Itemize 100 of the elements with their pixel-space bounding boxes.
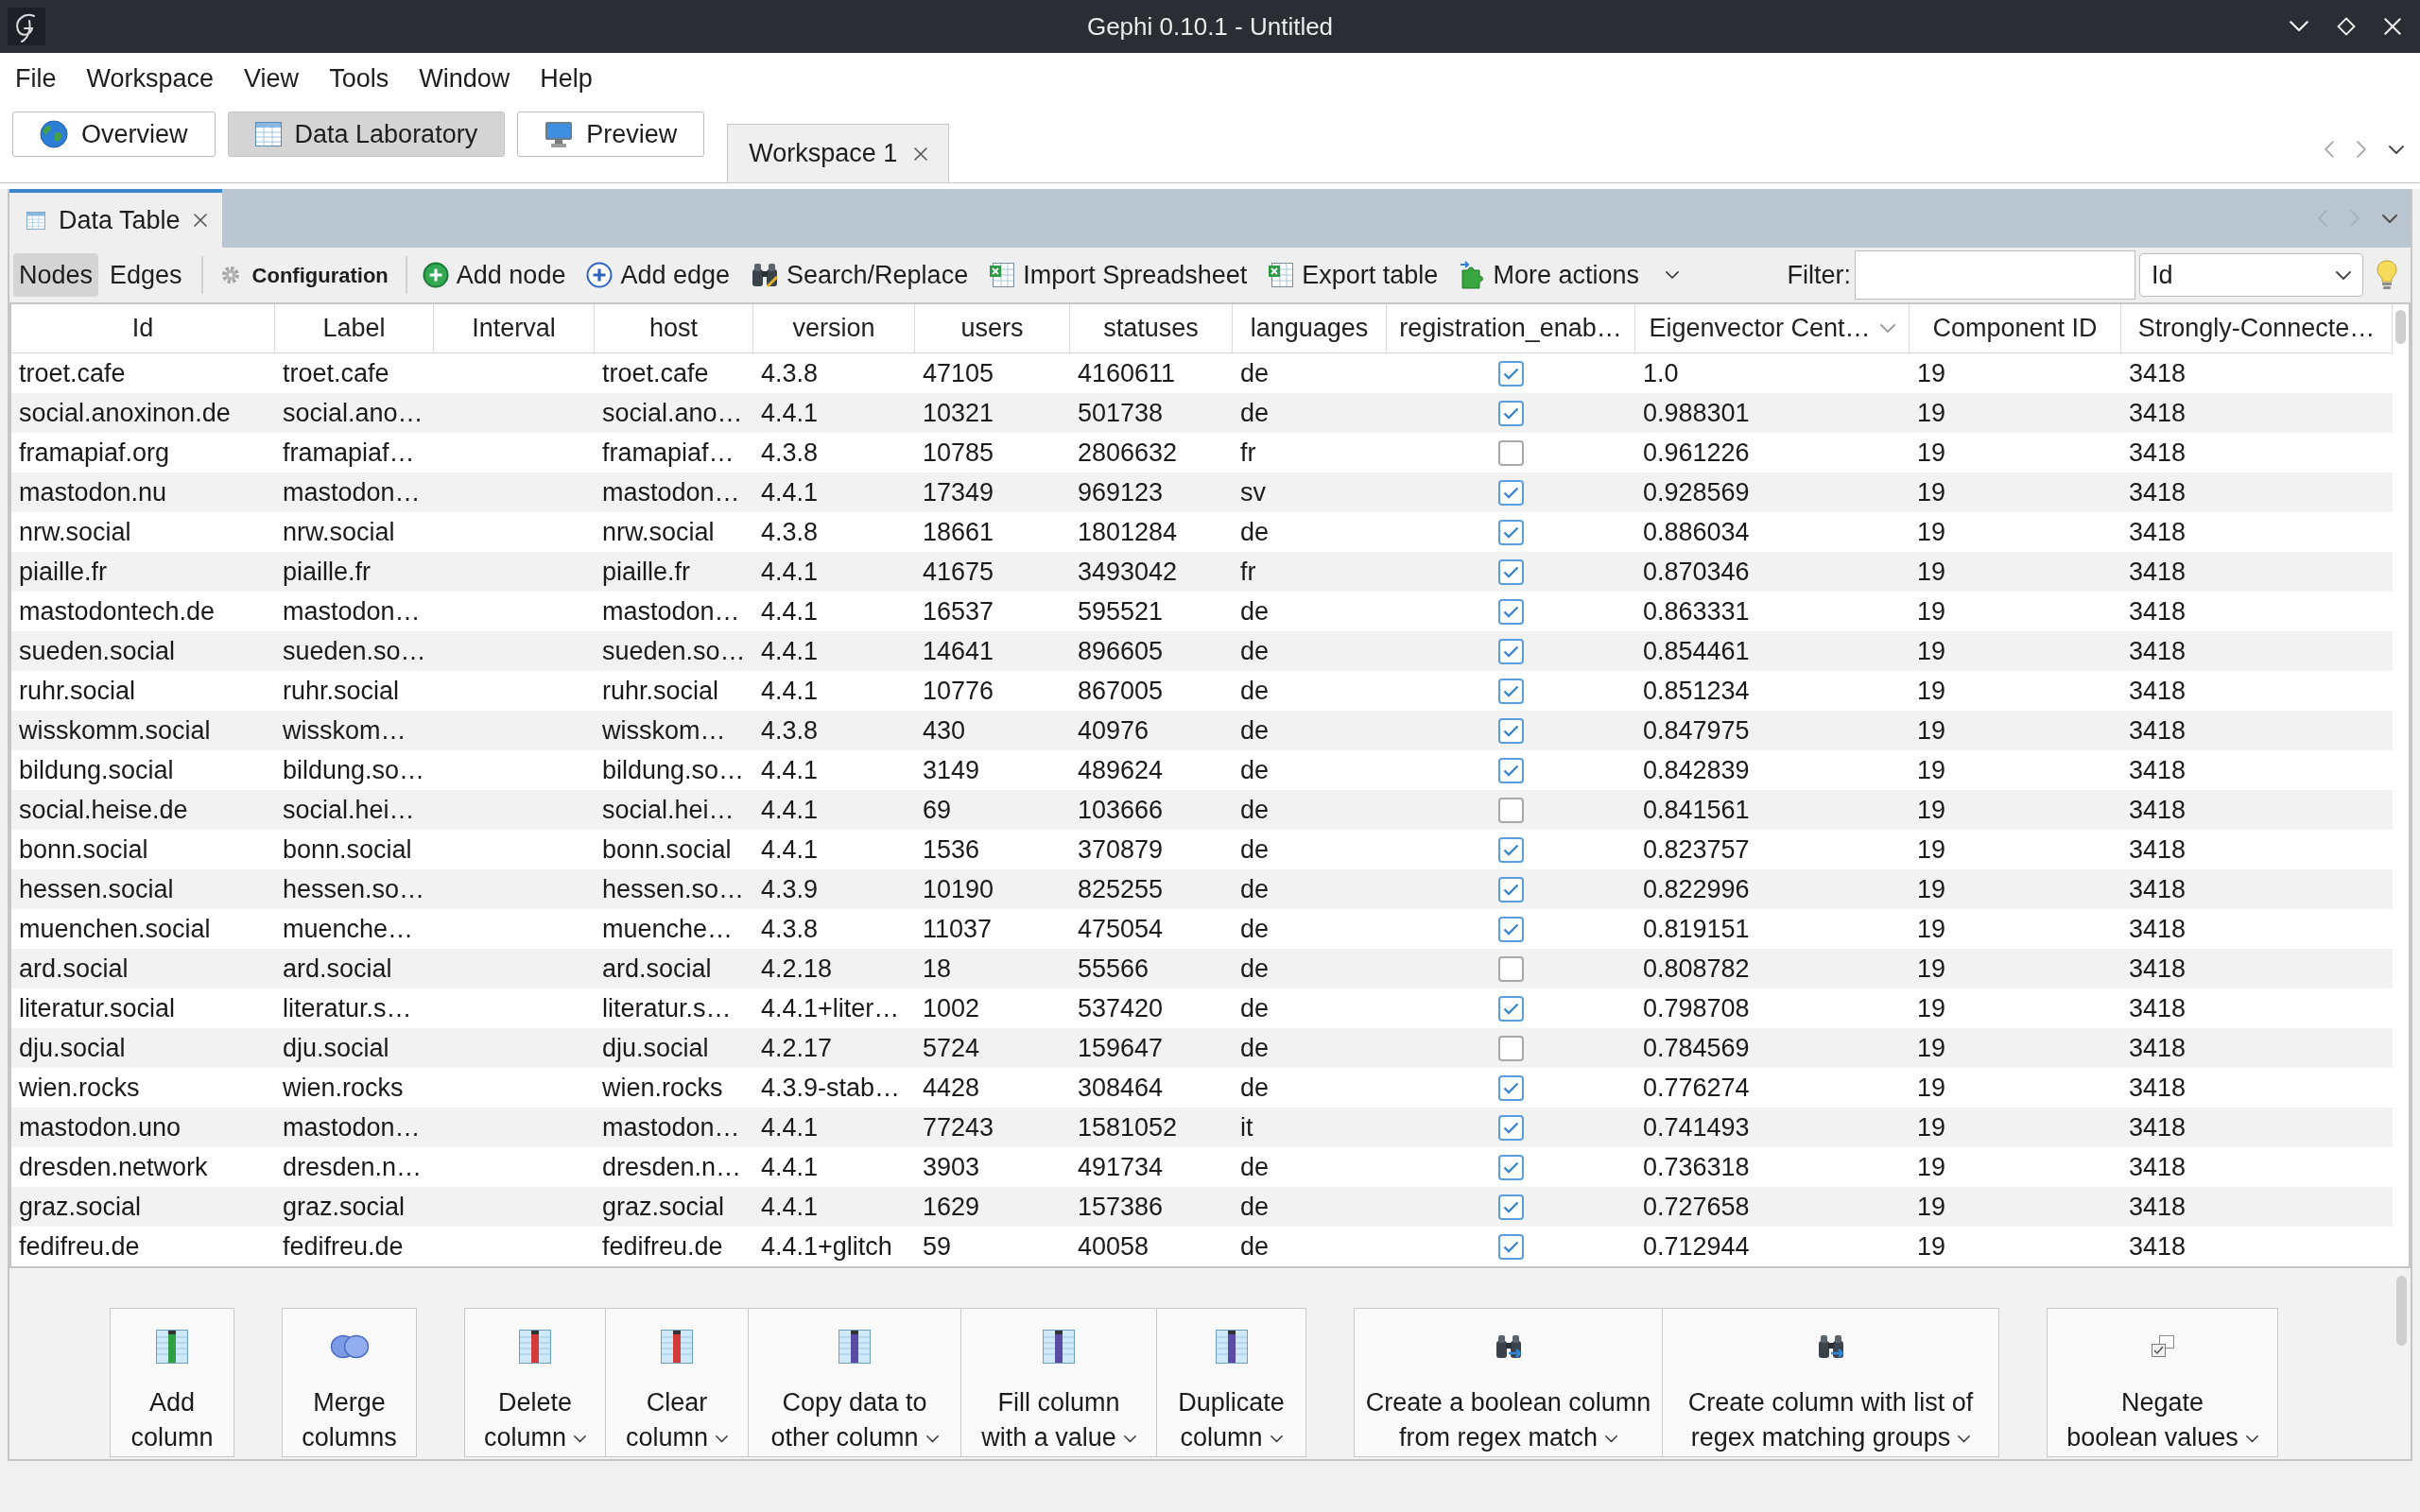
toolbar-button[interactable]: Import Spreadsheet	[987, 253, 1250, 297]
table-row[interactable]: wisskomm.social wisskom… wisskom… 4.3.8 430 40976 de 0.847975 19 3418	[11, 711, 2393, 750]
table-cell-text: 4.3.8	[761, 714, 819, 747]
column-action-button[interactable]: Duplicate column	[1156, 1308, 1306, 1457]
menu-item[interactable]: View	[244, 60, 300, 97]
checkbox[interactable]	[1498, 955, 1524, 982]
checkbox[interactable]	[1498, 1035, 1524, 1061]
scrollbar-thumb[interactable]	[2396, 1276, 2407, 1346]
chevron-down-icon[interactable]	[2382, 214, 2397, 223]
column-header[interactable]: version	[753, 304, 915, 352]
maximize-icon[interactable]	[2337, 17, 2356, 36]
table-cell-text: 159647	[1078, 1032, 1164, 1064]
table-row[interactable]: hessen.social hessen.so… hessen.so… 4.3.9 10190 825255 de 0.822996 19 3418	[11, 869, 2393, 909]
checkbox[interactable]	[1498, 479, 1524, 506]
perspective-button[interactable]: Overview	[12, 112, 216, 157]
minimize-icon[interactable]	[2290, 21, 2308, 32]
column-action-button[interactable]: Merge columns	[282, 1308, 417, 1457]
table-row[interactable]: mastodon.uno mastodon… mastodon… 4.4.1 77243 1581052 it 0.741493 19 3418	[11, 1108, 2393, 1147]
column-header[interactable]: users	[915, 304, 1070, 352]
toolbar-button[interactable]: Export table	[1266, 253, 1441, 297]
column-header[interactable]: languages	[1233, 304, 1387, 352]
menu-item[interactable]: Help	[540, 60, 593, 97]
checkbox[interactable]	[1498, 519, 1524, 545]
table-row[interactable]: piaille.fr piaille.fr piaille.fr 4.4.1 41675 3493042 fr 0.870346 19 3418	[11, 552, 2393, 592]
lightbulb-icon[interactable]	[2377, 260, 2397, 290]
column-header[interactable]: host	[595, 304, 753, 352]
menu-item[interactable]: Window	[419, 60, 510, 97]
table-row[interactable]: mastodon.nu mastodon… mastodon… 4.4.1 17349 969123 sv 0.928569 19 3418	[11, 472, 2393, 512]
table-cell-text: hessen.social	[19, 873, 174, 905]
table-cell-text: muenche…	[283, 913, 414, 945]
checkbox[interactable]	[1498, 598, 1524, 625]
checkbox[interactable]	[1498, 558, 1524, 585]
view-tab[interactable]: Nodes	[13, 253, 99, 297]
scrollbar-thumb[interactable]	[2395, 310, 2406, 344]
checkbox[interactable]	[1498, 836, 1524, 863]
checkbox[interactable]	[1498, 1074, 1524, 1101]
checkbox[interactable]	[1498, 876, 1524, 902]
checkbox[interactable]	[1498, 797, 1524, 823]
table-row[interactable]: sueden.social sueden.so… sueden.so… 4.4.1 14641 896605 de 0.854461 19 3418	[11, 631, 2393, 671]
column-action-button[interactable]: Create a boolean column from regex match	[1354, 1308, 1663, 1457]
perspective-button[interactable]: Preview	[517, 112, 705, 157]
column-header[interactable]: statuses	[1070, 304, 1233, 352]
column-action-button[interactable]: Add column	[110, 1308, 234, 1457]
checkbox[interactable]	[1498, 995, 1524, 1022]
checkbox[interactable]	[1498, 717, 1524, 744]
checkbox[interactable]	[1498, 1154, 1524, 1180]
toolbar-button[interactable]: Search/Replace	[749, 253, 971, 297]
column-header[interactable]: Id	[11, 304, 275, 352]
checkbox[interactable]	[1498, 757, 1524, 783]
chevron-right-icon[interactable]	[2357, 141, 2366, 158]
toolbar-button[interactable]: Add node	[420, 253, 568, 297]
table-cell-text: 4.4.1	[761, 833, 819, 866]
column-action-button[interactable]: Create column with list of regex matching groups	[1662, 1308, 1999, 1457]
toolbar-button[interactable]: More actions	[1457, 253, 1681, 297]
checkbox[interactable]	[1498, 1233, 1524, 1260]
configuration-button[interactable]: Configuration	[216, 253, 392, 297]
column-action-button[interactable]: Fill column with a value	[960, 1308, 1157, 1457]
table-cell-text: 19	[1917, 754, 1946, 786]
checkbox[interactable]	[1498, 638, 1524, 664]
column-action-button[interactable]: Clear column	[605, 1308, 749, 1457]
column-header[interactable]: Strongly-Connecte…	[2121, 304, 2393, 352]
table-row[interactable]: social.anoxinon.de social.ano… social.ano… 4.4.1 10321 501738 de 0.988301 19 3418	[11, 393, 2393, 433]
filter-field[interactable]	[1855, 250, 2135, 300]
checkbox[interactable]	[1498, 1194, 1524, 1220]
checkbox[interactable]	[1498, 1114, 1524, 1141]
column-select[interactable]: Id	[2139, 253, 2363, 297]
table-cell-text: sueden.social	[19, 635, 176, 667]
table-row[interactable]: graz.social graz.social graz.social 4.4.1 1629 157386 de 0.727658 19 3418	[11, 1187, 2393, 1227]
perspective-button[interactable]: Data Laboratory	[227, 112, 506, 157]
column-action-button[interactable]: Copy data to other column	[748, 1308, 961, 1457]
close-icon[interactable]	[193, 214, 207, 227]
workspace-tab[interactable]: Workspace 1	[727, 124, 950, 182]
table-row[interactable]: ard.social ard.social ard.social 4.2.18 18 55566 de 0.808782 19 3418	[11, 949, 2393, 988]
view-tab[interactable]: Edges	[104, 253, 188, 297]
toolbar-button[interactable]: Add edge	[584, 253, 733, 297]
chevron-down-icon[interactable]	[2389, 145, 2404, 154]
table-cell-text: 157386	[1078, 1191, 1164, 1223]
chevron-left-icon[interactable]	[2325, 141, 2334, 158]
table-row[interactable]: dju.social dju.social dju.social 4.2.17 5724 159647 de 0.784569 19 3418	[11, 1028, 2393, 1068]
column-header[interactable]: registration_enab…	[1387, 304, 1635, 352]
table-cell-text: 3418	[2129, 516, 2187, 548]
column-action-button[interactable]: Negate boolean values	[2047, 1308, 2278, 1457]
table-cell-text: 0.961226	[1643, 437, 1750, 469]
menu-item[interactable]: Workspace	[86, 60, 215, 97]
menu-item[interactable]: Tools	[329, 60, 389, 97]
column-header[interactable]: Label	[275, 304, 434, 352]
checkbox[interactable]	[1498, 439, 1524, 466]
table-cell-text: 77243	[923, 1111, 994, 1143]
checkbox[interactable]	[1498, 360, 1524, 387]
column-header[interactable]: Eigenvector Cent…	[1635, 304, 1910, 352]
table-row[interactable]: social.heise.de social.hei… social.hei… 4.4.1 69 103666 de 0.841561 19 3418	[11, 790, 2393, 830]
column-header[interactable]: Interval	[434, 304, 595, 352]
checkbox[interactable]	[1498, 400, 1524, 426]
column-header[interactable]: Component ID	[1910, 304, 2121, 352]
column-action-button[interactable]: Delete column	[464, 1308, 606, 1457]
menu-item[interactable]: File	[15, 60, 57, 97]
panel-tab[interactable]: Data Table	[9, 189, 222, 248]
checkbox[interactable]	[1498, 916, 1524, 942]
checkbox[interactable]	[1498, 678, 1524, 704]
close-icon[interactable]	[914, 146, 928, 161]
